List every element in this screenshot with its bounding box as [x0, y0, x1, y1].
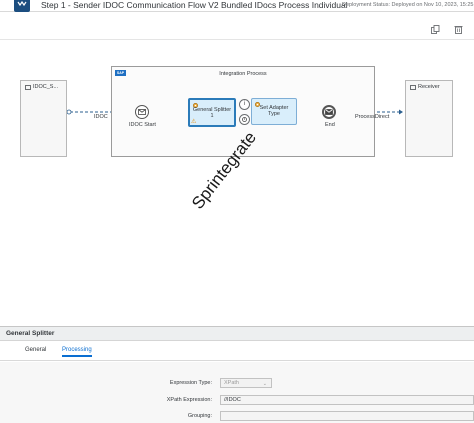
- receiver-participant-header: Receiver: [410, 84, 440, 90]
- expression-type-value: XPath: [224, 380, 239, 386]
- delete-icon[interactable]: [454, 25, 463, 34]
- copy-icon[interactable]: [431, 25, 440, 34]
- sender-participant-label: IDOC_S...: [33, 84, 59, 90]
- end-event[interactable]: [322, 105, 336, 119]
- xpath-expression-input[interactable]: //IDOC: [220, 395, 474, 405]
- participant-icon: [410, 84, 416, 90]
- tab-processing[interactable]: Processing: [62, 347, 92, 357]
- receiver-channel-label: ProcessDirect: [355, 114, 390, 120]
- warning-icon: ⚠: [191, 119, 197, 125]
- deployment-status: Deployment Status: Deployed on Nov 10, 2…: [342, 2, 474, 8]
- app-icon: [14, 0, 30, 12]
- chevron-down-icon: ⌄: [262, 381, 267, 387]
- properties-panel-title: General Splitter: [6, 330, 55, 337]
- canvas-toolbar: [0, 20, 474, 40]
- info-icon[interactable]: i: [239, 99, 250, 110]
- sender-participant-header: IDOC_S...: [25, 84, 58, 90]
- receiver-participant[interactable]: Receiver: [405, 80, 453, 157]
- page: Step 1 - Sender IDOC Communication Flow …: [0, 0, 474, 423]
- participant-icon: [25, 84, 31, 90]
- set-adapter-type-step[interactable]: Set Adapter Type: [251, 98, 297, 125]
- script-icon[interactable]: [239, 114, 250, 125]
- adapter-label-line2: Type: [268, 111, 280, 117]
- page-title: Step 1 - Sender IDOC Communication Flow …: [41, 0, 348, 10]
- receiver-arrow: [399, 109, 403, 115]
- properties-form: Expression Type: XPath ⌄ XPath Expressio…: [0, 362, 474, 423]
- splitter-label-line2: 1: [210, 113, 214, 119]
- sender-connector-start: [66, 109, 72, 115]
- envelope-icon: [325, 109, 333, 115]
- start-event[interactable]: [135, 105, 149, 119]
- xpath-expression-label: XPath Expression:: [166, 397, 212, 403]
- grouping-input[interactable]: [220, 411, 474, 421]
- tab-general[interactable]: General: [25, 347, 46, 353]
- receiver-participant-label: Receiver: [418, 84, 440, 90]
- integration-flow-canvas[interactable]: IDOC_S... Receiver SAP Integration Proce…: [0, 41, 474, 326]
- grouping-label: Grouping:: [187, 413, 212, 419]
- envelope-icon: [138, 109, 146, 115]
- general-splitter-step[interactable]: General Splitter 1 ⚠: [188, 98, 236, 127]
- end-event-label: End: [325, 122, 335, 128]
- sender-channel-label: IDOC: [94, 114, 108, 120]
- expression-type-label: Expression Type:: [169, 380, 212, 386]
- properties-tabs: General Processing: [0, 341, 474, 361]
- integration-process-title: Integration Process: [219, 71, 267, 77]
- expression-type-select[interactable]: XPath ⌄: [220, 378, 272, 388]
- sender-participant[interactable]: IDOC_S...: [20, 80, 67, 157]
- properties-panel-header: General Splitter: [0, 326, 474, 341]
- start-event-label: IDOC Start: [129, 122, 156, 128]
- title-bar: Step 1 - Sender IDOC Communication Flow …: [0, 0, 474, 12]
